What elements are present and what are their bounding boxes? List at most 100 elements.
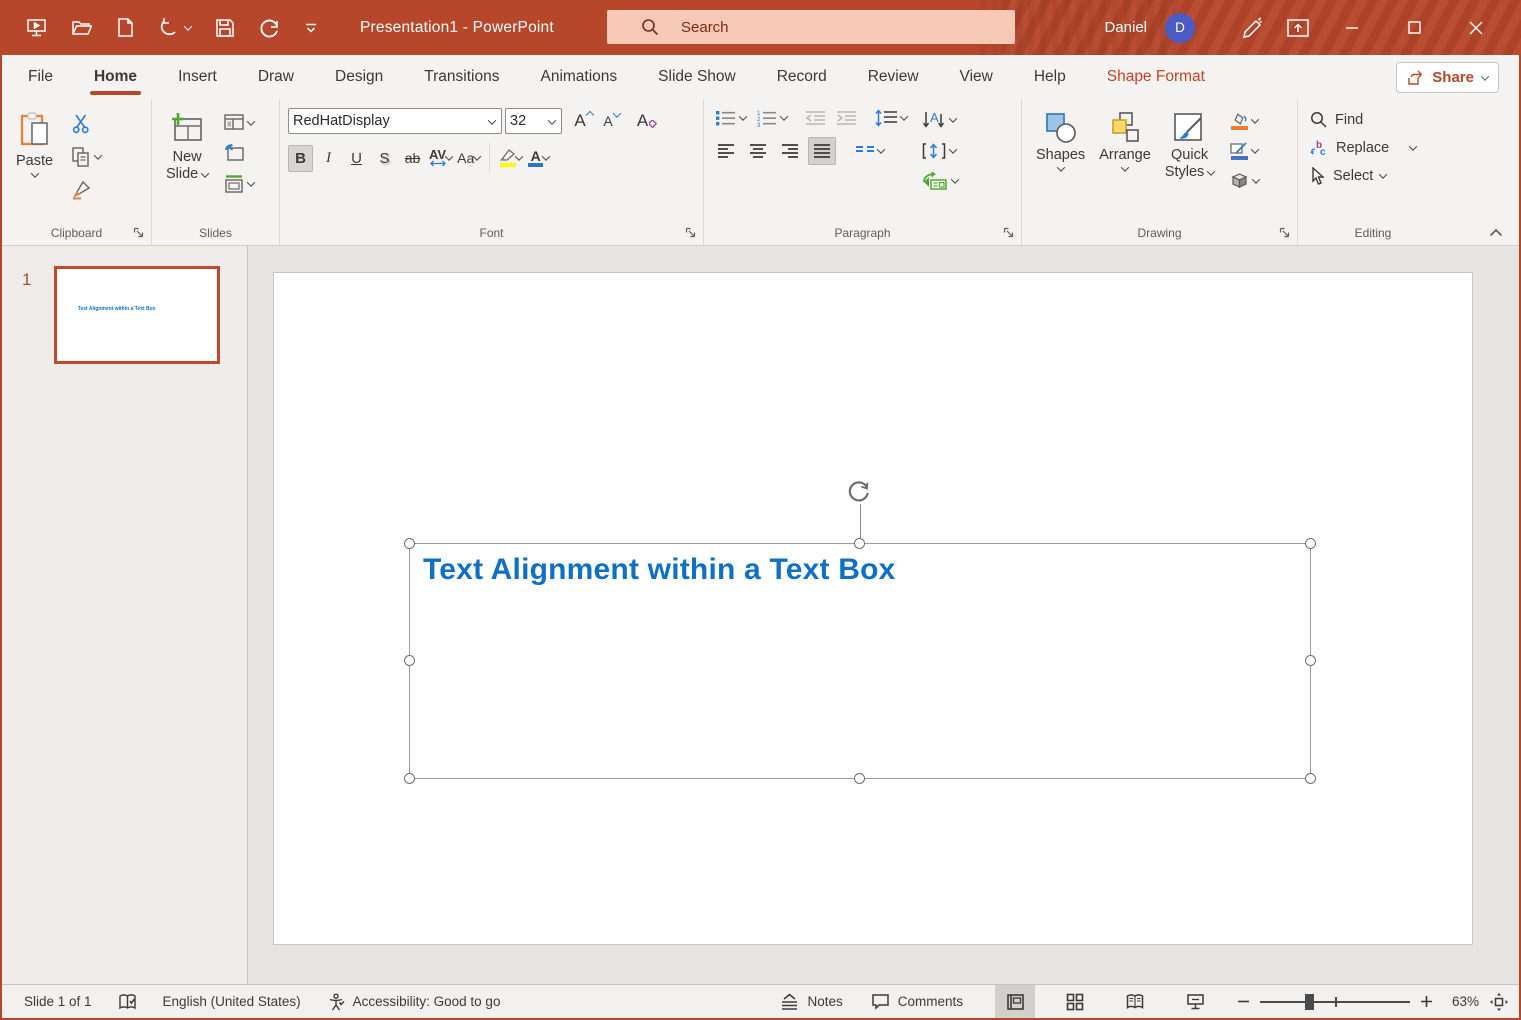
underline-button[interactable]: U [344,145,369,172]
replace-dropdown-chevron[interactable] [1409,142,1417,150]
tab-home[interactable]: Home [92,55,139,99]
new-slide-dropdown-chevron[interactable] [201,169,209,177]
shape-outline-dropdown-chevron[interactable] [1251,145,1259,153]
strikethrough-button[interactable]: ab [400,145,425,172]
resize-handle-bottom-left[interactable] [404,773,415,784]
tab-help[interactable]: Help [1032,55,1068,99]
paste-dropdown-chevron[interactable] [30,169,38,177]
align-right-button[interactable] [776,137,804,165]
new-slide-button[interactable]: New Slide [160,107,214,196]
tab-slide-show[interactable]: Slide Show [656,55,738,99]
slide-sorter-view-button[interactable] [1055,985,1095,1019]
shape-effects-dropdown-chevron[interactable] [1252,175,1260,183]
resize-handle-middle-right[interactable] [1305,655,1316,666]
slide[interactable]: Text Alignment within a Text Box [273,272,1473,945]
undo-icon[interactable] [159,17,191,38]
comments-button[interactable]: Comments [865,985,969,1019]
zoom-slider[interactable] [1260,1001,1410,1003]
text-direction-dropdown-chevron[interactable] [949,114,957,122]
quick-styles-dropdown-chevron[interactable] [1207,167,1215,175]
tab-shape-format[interactable]: Shape Format [1105,55,1207,99]
zoom-level[interactable]: 63% [1443,994,1479,1009]
shapes-dropdown-chevron[interactable] [1056,163,1064,171]
cut-button[interactable] [67,111,104,137]
search-box[interactable]: Search [607,10,1015,44]
tab-draw[interactable]: Draw [256,55,296,99]
tab-insert[interactable]: Insert [176,55,219,99]
change-case-button[interactable]: Aa [456,145,481,172]
shape-outline-button[interactable] [1228,141,1261,161]
columns-button[interactable] [852,142,887,160]
resize-handle-top-right[interactable] [1305,538,1316,549]
zoom-slider-thumb[interactable] [1305,994,1314,1010]
spell-check-icon[interactable] [112,985,143,1019]
align-text-dropdown-chevron[interactable] [949,145,957,153]
convert-smartart-button[interactable] [920,171,960,191]
drawing-dialog-launcher-icon[interactable] [1279,227,1290,238]
text-highlight-button[interactable] [498,145,523,172]
arrange-button[interactable]: Arrange [1093,107,1157,190]
resize-handle-top-left[interactable] [404,538,415,549]
normal-view-button[interactable] [995,985,1035,1019]
zoom-in-button[interactable] [1420,995,1433,1008]
tab-file[interactable]: File [26,55,55,99]
change-case-dropdown-chevron[interactable] [473,152,481,160]
new-file-icon[interactable] [116,17,135,38]
numbering-dropdown-chevron[interactable] [780,112,788,120]
section-dropdown-chevron[interactable] [247,178,255,186]
paste-button[interactable]: Paste [10,107,59,203]
font-name-input[interactable] [288,108,502,134]
tab-design[interactable]: Design [333,55,385,99]
tab-transitions[interactable]: Transitions [422,55,501,99]
layout-dropdown-chevron[interactable] [247,117,255,125]
textbox-selection[interactable]: Text Alignment within a Text Box [409,543,1311,779]
shape-effects-button[interactable] [1228,171,1261,190]
columns-dropdown-chevron[interactable] [877,145,885,153]
close-button[interactable] [1445,0,1507,55]
character-spacing-button[interactable]: AV [428,145,453,172]
slide-thumbnail[interactable]: Text Alignment within a Text Box [54,266,220,364]
select-dropdown-chevron[interactable] [1379,170,1387,178]
italic-button[interactable]: I [316,145,341,172]
minimize-button[interactable] [1321,0,1383,55]
tab-animations[interactable]: Animations [538,55,619,99]
slide-layout-button[interactable] [220,111,257,134]
text-direction-button[interactable]: A [920,109,960,131]
resize-handle-bottom-center[interactable] [854,773,865,784]
customize-qat-icon[interactable] [305,22,317,34]
textbox-text[interactable]: Text Alignment within a Text Box [423,553,896,587]
language-indicator[interactable]: English (United States) [157,985,307,1019]
increase-indent-button[interactable] [833,108,860,128]
open-file-icon[interactable] [71,17,92,38]
quick-styles-button[interactable]: Quick Styles [1159,107,1221,190]
text-shadow-button[interactable]: S [372,145,397,172]
clear-formatting-button[interactable]: A [635,107,660,134]
accessibility-status[interactable]: Accessibility: Good to go [321,985,507,1019]
slide-canvas[interactable]: Text Alignment within a Text Box [249,246,1519,984]
slide-indicator[interactable]: Slide 1 of 1 [18,985,98,1019]
start-slideshow-icon[interactable] [26,17,47,38]
paragraph-dialog-launcher-icon[interactable] [1003,227,1014,238]
tab-record[interactable]: Record [775,55,829,99]
resize-handle-middle-left[interactable] [404,655,415,666]
shape-fill-dropdown-chevron[interactable] [1251,115,1259,123]
notes-button[interactable]: Notes [774,985,848,1019]
tab-view[interactable]: View [958,55,995,99]
collapse-ribbon-icon[interactable] [1489,228,1503,237]
share-button[interactable]: Share [1396,62,1499,93]
reading-view-button[interactable] [1115,985,1155,1019]
section-button[interactable] [220,172,257,196]
line-spacing-dropdown-chevron[interactable] [900,112,908,120]
decrease-indent-button[interactable] [802,108,829,128]
font-color-dropdown-chevron[interactable] [542,152,550,160]
smartart-dropdown-chevron[interactable] [951,175,959,183]
align-left-button[interactable] [712,137,740,165]
avatar[interactable]: D [1165,13,1195,43]
resize-handle-top-center[interactable] [854,538,865,549]
undo-dropdown-chevron[interactable] [184,22,192,30]
bullets-button[interactable] [712,107,749,129]
font-name-combo[interactable] [288,108,502,134]
save-icon[interactable] [215,18,235,38]
redo-icon[interactable] [259,17,281,39]
char-spacing-dropdown-chevron[interactable] [445,152,453,160]
